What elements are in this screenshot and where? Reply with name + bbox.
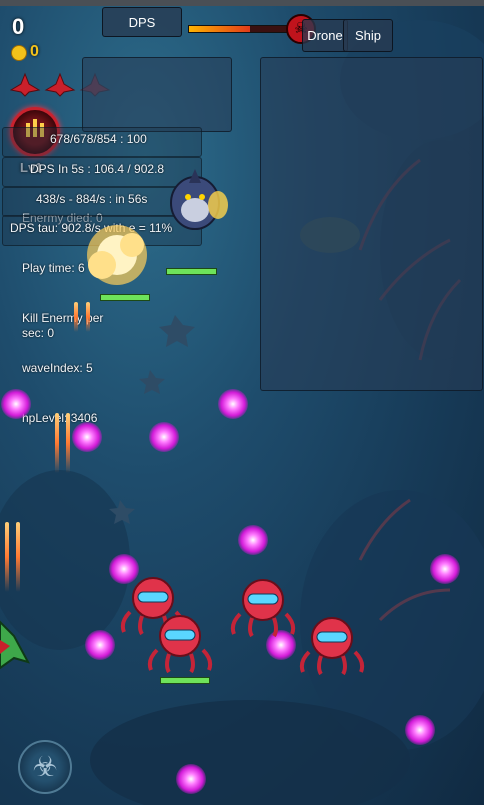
debug-panel-large <box>260 57 483 391</box>
enemy-orb-projectile <box>85 630 115 660</box>
kill-per-sec-stat-line1: Kill Enermy per <box>22 311 104 325</box>
biohazard-icon: ☣ <box>32 751 58 782</box>
player-bullet <box>5 522 9 592</box>
enemy-orb-projectile <box>405 715 435 745</box>
explosion-effect <box>87 225 147 285</box>
enemy-hp-bar <box>166 268 217 275</box>
coin-icon <box>11 45 27 61</box>
drone-button[interactable]: Drone <box>302 19 348 52</box>
kill-per-sec-stat-line2: sec: 0 <box>22 326 55 340</box>
enemy-hp-bar <box>160 677 210 684</box>
debug-panel-small <box>82 57 232 132</box>
boss-progress-fill <box>189 26 250 32</box>
player-bullet <box>86 302 90 332</box>
dps5s-stat: DPS In 5s : 106.4 / 902.8 <box>30 162 165 176</box>
octopus-enemy <box>147 615 213 674</box>
player-bullet <box>66 413 70 473</box>
wave-index-stat: waveIndex: 5 <box>22 361 93 375</box>
game-scene[interactable]: 0 0 DPS ☠ Drone Ship Lv1 678/678/854 : 1… <box>0 0 484 805</box>
octopus-enemy <box>299 617 365 676</box>
enemy-orb-projectile <box>1 389 31 419</box>
boss-progress-bar <box>188 25 300 33</box>
player-bullet <box>16 522 20 592</box>
enemy-hp-bar <box>100 294 150 301</box>
enemy-orb-projectile <box>218 389 248 419</box>
dps-button[interactable]: DPS <box>102 7 182 37</box>
player-bullet <box>55 413 59 473</box>
biohazard-bomb-button[interactable]: ☣ <box>18 740 72 794</box>
hp-stat: 678/678/854 : 100 <box>50 132 147 146</box>
enemy-orb-projectile <box>238 525 268 555</box>
score-value: 0 <box>12 14 25 39</box>
top-strip <box>0 0 484 6</box>
enemy-orb-projectile <box>149 422 179 452</box>
armored-fish-enemy <box>170 169 228 230</box>
coin-count: 0 <box>30 43 39 60</box>
enemy-orb-projectile <box>176 764 206 794</box>
rate-stat: 438/s - 884/s : in 56s <box>36 192 148 206</box>
enemy-orb-projectile <box>72 422 102 452</box>
player-ship[interactable] <box>0 612 30 672</box>
octopus-enemy <box>230 579 296 638</box>
enemy-orb-projectile <box>430 554 460 584</box>
player-bullet <box>74 302 78 332</box>
ship-button[interactable]: Ship <box>343 19 393 52</box>
